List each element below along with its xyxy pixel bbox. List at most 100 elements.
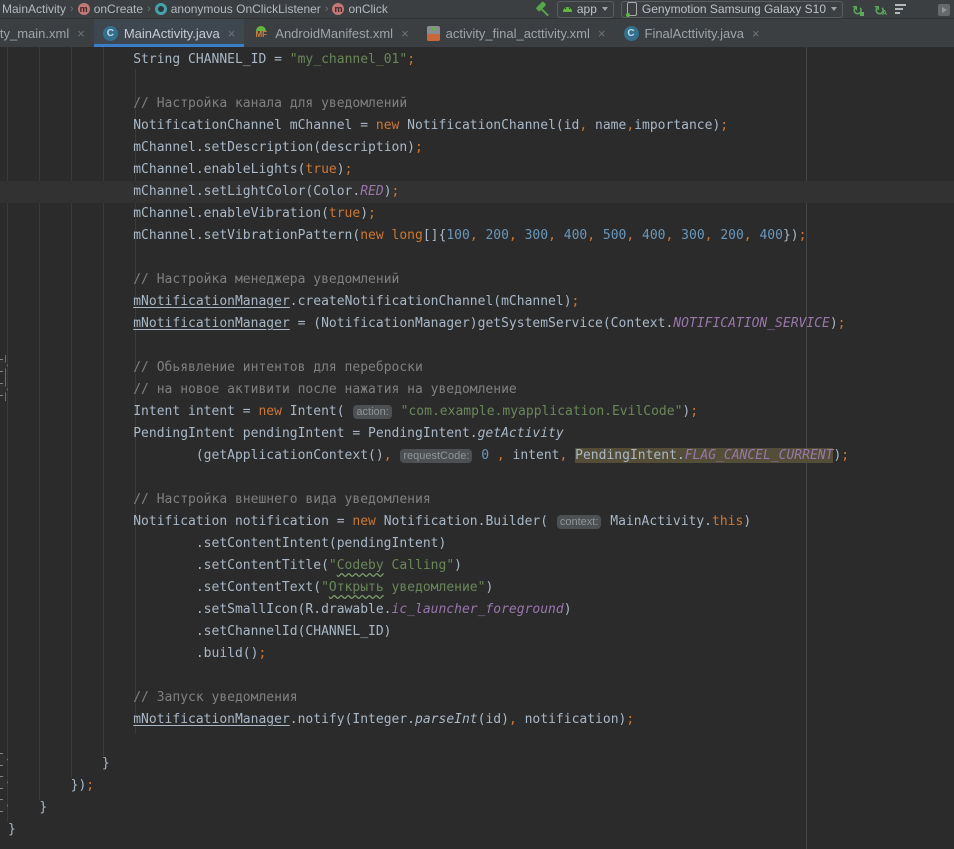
token-plain: ) [454,558,462,573]
close-icon[interactable]: × [401,26,409,41]
token-plain: []{ [423,228,446,243]
token-com: // Запуск уведомления [133,690,297,705]
code-line[interactable]: NotificationChannel mChannel = new Notif… [0,115,954,137]
code-line[interactable]: // Обьявление интентов для переброски [0,357,954,379]
code-line[interactable]: Notification notification = new Notifica… [0,511,954,533]
attach-debugger-icon[interactable] [938,4,950,16]
token-hint: context: [557,515,602,529]
code-line[interactable] [0,467,954,489]
token-str: " [321,580,329,595]
token-plain: .createNotificationChannel(mChannel) [290,294,572,309]
tab-mainactivity-java[interactable]: CMainActivity.java× [94,19,244,47]
code-line[interactable]: // Настройка менеджера уведомлений [0,269,954,291]
breadcrumb-label: onCreate [94,2,143,16]
breadcrumb-item[interactable]: monCreate [78,2,143,16]
code-line[interactable]: // Запуск уведомления [0,687,954,709]
code-line[interactable]: .setContentText("Открыть уведомление") [0,577,954,599]
indent [8,184,133,199]
code-line[interactable] [0,247,954,269]
token-str: " [329,558,337,573]
close-icon[interactable]: × [228,26,236,41]
code-line[interactable]: } [0,819,954,841]
token-str: Codeby [337,558,384,573]
indent [8,382,133,397]
apply-code-changes-icon[interactable] [872,2,887,17]
code-line[interactable]: // Настройка канала для уведомлений [0,93,954,115]
token-plain: NotificationChannel mChannel = [133,118,376,133]
code-line[interactable]: .setContentTitle("Codeby Calling") [0,555,954,577]
code-line[interactable] [0,665,954,687]
run-config-select[interactable]: app [557,1,614,18]
code-line[interactable]: .setChannelId(CHANNEL_ID) [0,621,954,643]
device-select[interactable]: Genymotion Samsung Galaxy S10 [621,1,843,18]
code-line[interactable] [0,71,954,93]
token-plain [489,448,497,463]
token-num: 400 [759,228,782,243]
token-plain: (getApplicationContext() [196,448,384,463]
code-line[interactable]: mChannel.enableVibration(true); [0,203,954,225]
indent [8,360,133,375]
apply-changes-restart-icon[interactable] [850,2,865,17]
breadcrumb-item[interactable]: MainActivity [2,2,66,16]
token-num: 500 [603,228,626,243]
token-plain: mChannel.setDescription(description) [133,140,415,155]
code-line[interactable]: (getApplicationContext(), requestCode: 0… [0,445,954,467]
code-line[interactable]: } [0,753,954,775]
code-line[interactable] [0,731,954,753]
token-kw: true [329,206,360,221]
token-plain [595,228,603,243]
code-area[interactable]: String CHANNEL_ID = "my_channel_01"; // … [0,47,954,841]
profiler-icon[interactable] [894,2,909,17]
code-line[interactable]: mNotificationManager = (NotificationMana… [0,313,954,335]
tab-finalacttivity-java[interactable]: CFinalActtivity.java× [615,19,769,47]
code-line[interactable]: mNotificationManager.notify(Integer.pars… [0,709,954,731]
breadcrumb-separator: › [147,3,151,15]
breadcrumb: MainActivity›monCreate›anonymous OnClick… [2,2,388,16]
tab-ity-main-xml[interactable]: ity_main.xml× [0,19,94,47]
code-line[interactable]: mChannel.setLightColor(Color.RED); [0,181,954,203]
close-icon[interactable]: × [598,26,606,41]
code-line[interactable]: String CHANNEL_ID = "my_channel_01"; [0,49,954,71]
indent [8,206,133,221]
code-line[interactable]: } [0,797,954,819]
token-pun: ; [799,228,807,243]
token-cst: ic_launcher_foreground [392,602,564,617]
token-plain: String CHANNEL_ID = [133,52,290,67]
code-line[interactable]: mChannel.setVibrationPattern(new long[]{… [0,225,954,247]
tab-androidmanifest-xml[interactable]: MFAndroidManifest.xml× [244,19,417,47]
breadcrumb-item[interactable]: monClick [332,2,387,16]
anonymous-class-icon [155,3,167,15]
code-line[interactable]: .build(); [0,643,954,665]
code-line[interactable]: mNotificationManager.createNotificationC… [0,291,954,313]
indent [8,162,133,177]
token-fld: mNotificationManager [133,712,290,727]
close-icon[interactable]: × [752,26,760,41]
code-line[interactable]: mChannel.enableLights(true); [0,159,954,181]
code-line[interactable]: }); [0,775,954,797]
code-line[interactable]: .setSmallIcon(R.drawable.ic_launcher_for… [0,599,954,621]
close-icon[interactable]: × [77,26,85,41]
token-plain: .setChannelId(CHANNEL_ID) [196,624,392,639]
code-line[interactable]: // на новое активити после нажатия на ув… [0,379,954,401]
code-line[interactable]: .setContentIntent(pendingIntent) [0,533,954,555]
code-editor[interactable]: String CHANNEL_ID = "my_channel_01"; // … [0,47,954,849]
token-pun: ; [258,646,266,661]
token-num: 400 [564,228,587,243]
token-pun: ; [392,184,400,199]
build-hammer-icon[interactable] [534,2,550,17]
breadcrumb-item[interactable]: anonymous OnClickListener [155,2,321,16]
code-line[interactable]: Intent intent = new Intent( action: "com… [0,401,954,423]
tab-activity-final-acttivity-xml[interactable]: activity_final_acttivity.xml× [418,19,615,47]
token-pun: , [626,118,634,133]
chevron-down-icon [602,7,608,11]
editor-tab-bar: ity_main.xml×CMainActivity.java×MFAndroi… [0,19,954,47]
code-line[interactable]: // Настройка внешнего вида уведомления [0,489,954,511]
token-plain: .setContentText( [196,580,321,595]
tab-label: FinalActtivity.java [645,26,744,41]
code-line[interactable]: PendingIntent pendingIntent = PendingInt… [0,423,954,445]
code-line[interactable]: mChannel.setDescription(description); [0,137,954,159]
tab-label: MainActivity.java [124,26,220,41]
code-line[interactable] [0,335,954,357]
token-pun: , [744,228,752,243]
debug-icon[interactable] [916,2,931,17]
